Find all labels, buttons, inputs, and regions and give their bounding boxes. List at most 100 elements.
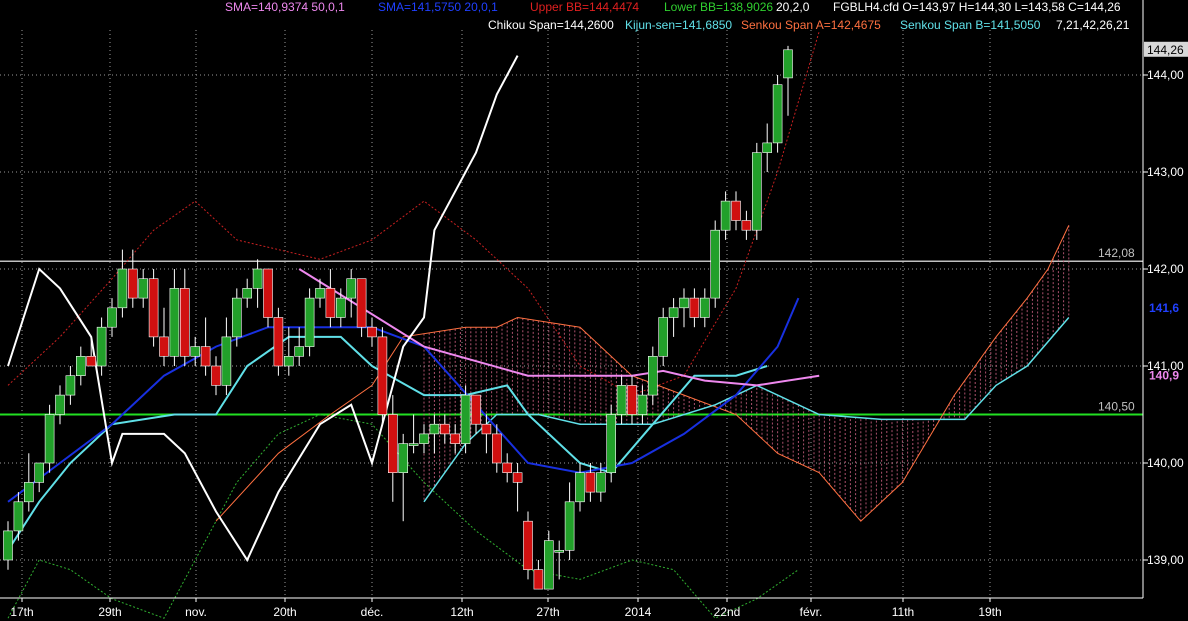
hline-green-tag: 140,50	[1098, 400, 1135, 414]
candle-down	[128, 268, 138, 299]
x-tick-label: févr.	[800, 605, 823, 619]
candle-down	[481, 423, 492, 435]
upper-bb-label: Upper BB=144,4474	[530, 0, 640, 14]
candle-up	[616, 385, 627, 415]
candle-down	[491, 433, 502, 464]
sma20-label: SMA=141,5750 20,0,1	[378, 0, 498, 14]
x-tick-label: 11th	[892, 605, 914, 619]
hline-white-tag: 142,08	[1098, 246, 1135, 260]
candle-up	[419, 433, 429, 444]
candle-up	[44, 414, 55, 464]
candle-down	[200, 346, 211, 367]
candle-down	[159, 336, 169, 357]
candle-up	[772, 84, 783, 144]
candle-up	[658, 317, 669, 357]
candle-up	[283, 355, 294, 367]
candle-up	[232, 297, 242, 338]
candle-down	[211, 365, 221, 386]
candle-up	[595, 472, 606, 493]
sma50-tag: 140,9	[1149, 369, 1179, 383]
chikou-label: Chikou Span=144,2600	[488, 18, 614, 32]
chikou-line	[7, 55, 519, 563]
candle-up	[3, 530, 13, 561]
candle-down	[263, 268, 273, 318]
candle-up	[96, 326, 107, 367]
senkou-b-label: Senkou Span B=141,5050	[900, 18, 1041, 32]
candlestick-series	[3, 45, 793, 590]
lower-bb-label: Lower BB=138,9026	[664, 0, 774, 14]
y-tick-label: 140,00	[1147, 456, 1184, 470]
candle-down	[450, 433, 461, 444]
candle-up	[679, 297, 689, 309]
candle-up	[117, 268, 128, 309]
x-tick-label: 27th	[536, 605, 559, 619]
sma20-tag: 141,6	[1149, 301, 1179, 315]
candle-down	[439, 423, 450, 435]
candle-down	[627, 385, 637, 415]
candle-down	[387, 414, 398, 474]
candle-up	[13, 501, 24, 532]
candle-up	[751, 152, 762, 231]
candle-up	[408, 443, 419, 446]
candle-up	[783, 49, 793, 79]
candle-down	[86, 355, 96, 367]
bb-params: 20,2,0	[776, 0, 810, 14]
x-tick-label: 29th	[98, 605, 121, 619]
candle-up	[554, 549, 565, 553]
candle-up	[637, 394, 648, 415]
candle-up	[720, 200, 731, 231]
candle-up	[242, 288, 252, 299]
candle-down	[325, 288, 336, 318]
candle-up	[65, 375, 76, 396]
x-tick-label: déc.	[361, 605, 384, 619]
x-tick-label: 17th	[10, 605, 33, 619]
x-tick-label: 19th	[978, 605, 1001, 619]
x-tick-label: 20th	[273, 605, 296, 619]
x-tick-label: 12th	[450, 605, 473, 619]
candle-up	[55, 394, 65, 415]
y-tick-label: 142,00	[1147, 262, 1184, 276]
candle-up	[710, 229, 721, 299]
candle-up	[138, 278, 148, 299]
x-tick-label: 2014	[625, 605, 652, 619]
ichimoku-params: 7,21,42,26,21	[1056, 18, 1130, 32]
candle-down	[533, 569, 544, 590]
candle-down	[148, 278, 159, 338]
candle-down	[356, 278, 367, 328]
candle-up	[107, 307, 117, 328]
candle-up	[398, 443, 409, 474]
kijun-label: Kijun-sen=141,6850	[625, 18, 733, 32]
candle-up	[23, 482, 34, 503]
candle-up	[335, 297, 346, 318]
sma50-label: SMA=140,9374 50,0,1	[225, 0, 345, 14]
candle-up	[346, 278, 357, 299]
symbol-info: FGBLH4.cfd O=143,97 H=144,30 L=143,58 C=…	[833, 0, 1121, 14]
senkou-a-label: Senkou Span A=142,4675	[741, 18, 881, 32]
x-tick-label: 22nd	[714, 605, 741, 619]
y-tick-label: 144,00	[1147, 68, 1184, 82]
candle-up	[543, 540, 554, 590]
y-tick-label: 143,00	[1147, 165, 1184, 179]
candle-up	[762, 142, 773, 153]
candle-down	[471, 394, 481, 425]
candle-down	[273, 317, 284, 367]
candle-up	[668, 307, 679, 318]
candle-down	[741, 220, 752, 231]
candle-down	[585, 472, 596, 493]
x-tick-label: nov.	[185, 605, 207, 619]
candle-up	[221, 336, 232, 386]
candle-down	[377, 336, 388, 415]
candle-down	[367, 326, 377, 338]
candle-down	[502, 462, 513, 473]
candle-down	[689, 297, 700, 318]
candle-up	[429, 423, 440, 435]
candle-up	[169, 288, 180, 357]
candle-up	[460, 394, 471, 444]
candle-up	[190, 346, 200, 357]
candle-up	[606, 414, 617, 474]
last-price-tag: 144,26	[1147, 43, 1184, 57]
candle-up	[76, 355, 86, 376]
candle-up	[315, 288, 325, 299]
candle-down	[512, 472, 523, 483]
chart-canvas[interactable]: 144,00143,00142,00141,00140,00139,00144,…	[0, 0, 1188, 621]
